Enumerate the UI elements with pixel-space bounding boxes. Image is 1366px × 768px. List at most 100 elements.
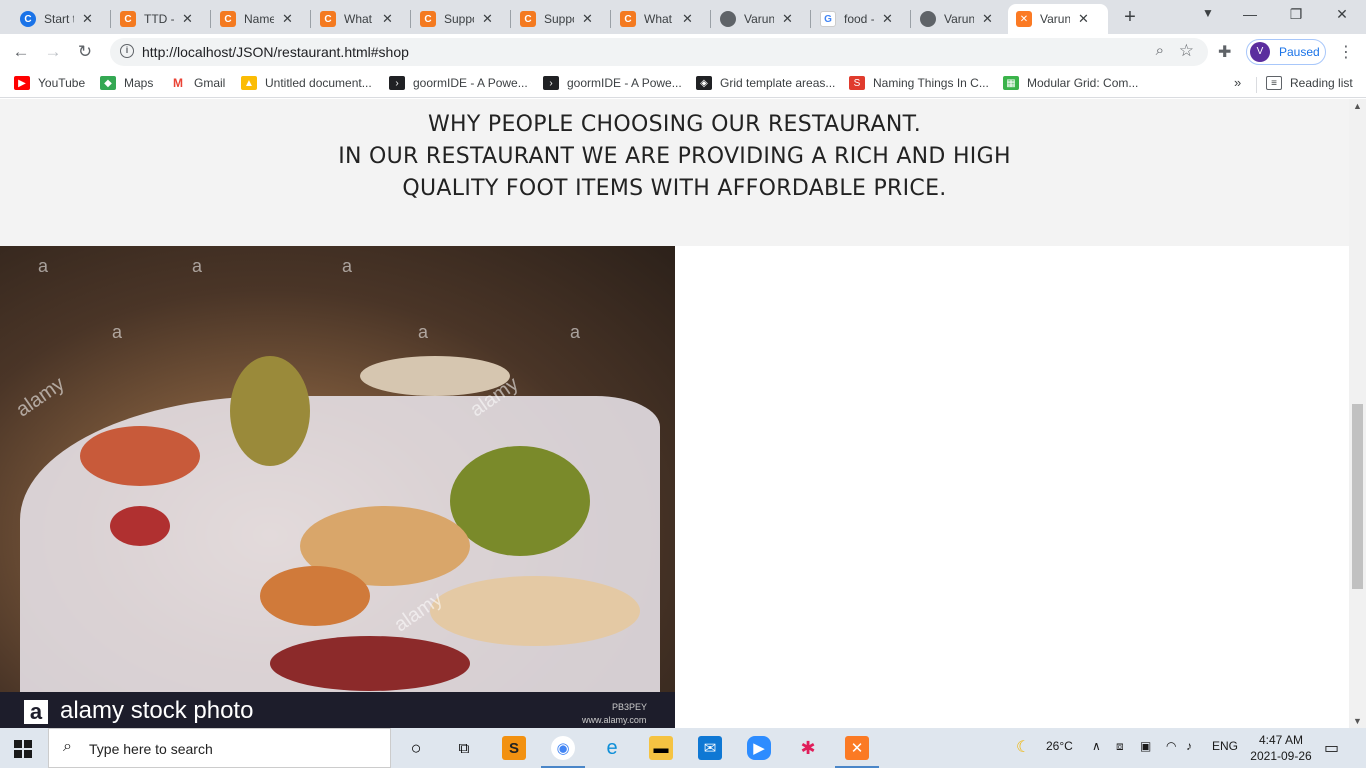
watermark: a: [342, 256, 353, 276]
mail-icon[interactable]: ✉: [698, 736, 722, 760]
tab-varun-1[interactable]: Varun' ✕: [712, 4, 801, 34]
forward-icon[interactable]: →: [42, 41, 64, 63]
food-dish: [110, 506, 170, 546]
extensions-icon[interactable]: ✚: [1218, 42, 1231, 62]
smashing-icon: S: [849, 76, 865, 90]
image-code: PB3PEY: [612, 702, 648, 712]
task-view-icon[interactable]: ⧉: [452, 736, 476, 760]
zoom-app-icon[interactable]: ▶: [747, 736, 771, 760]
windows-start-icon[interactable]: [14, 740, 32, 758]
close-icon[interactable]: ✕: [882, 11, 893, 27]
tab-support-1[interactable]: C Suppo ✕: [412, 4, 501, 34]
c-site-icon: C: [520, 11, 536, 27]
food-dish: [80, 426, 200, 486]
xampp-taskbar-icon[interactable]: ✕: [835, 736, 879, 768]
tray-chevron-icon[interactable]: ∧: [1092, 739, 1101, 753]
bookmark-label: Modular Grid: Com...: [1027, 76, 1139, 90]
close-icon[interactable]: ✕: [282, 11, 293, 27]
tab-what-1[interactable]: C What L ✕: [312, 4, 401, 34]
back-icon[interactable]: ←: [10, 41, 32, 63]
close-icon[interactable]: ✕: [182, 11, 193, 27]
tab-varun-2[interactable]: Varun' ✕: [912, 4, 1001, 34]
weather-temp[interactable]: 26°C: [1046, 739, 1073, 753]
slack-icon[interactable]: ✱: [796, 736, 820, 760]
bookmark-youtube[interactable]: ▶ YouTube: [14, 76, 85, 90]
food-dish: [430, 576, 640, 646]
new-tab-button[interactable]: +: [1120, 6, 1140, 29]
browser-toolbar: ← → ↻ i http://localhost/JSON/restaurant…: [0, 34, 1366, 70]
bookmark-docs[interactable]: ▲ Untitled document...: [241, 76, 372, 90]
bookmark-goorm-2[interactable]: › goormIDE - A Powe...: [543, 76, 682, 90]
tab-strip: C Start th ✕ C TTD - ✕ C Name ✕ C What L…: [0, 0, 1366, 34]
scroll-down-icon[interactable]: ▼: [1353, 716, 1362, 726]
bookmark-label: Grid template areas...: [720, 76, 836, 90]
close-icon[interactable]: ✕: [982, 11, 993, 27]
chrome-taskbar-icon[interactable]: ◉: [541, 736, 585, 768]
tab-start[interactable]: C Start th ✕: [12, 4, 101, 34]
file-explorer-icon[interactable]: ▬: [649, 736, 673, 760]
sublime-text-icon[interactable]: S: [502, 736, 526, 760]
bookmark-label: YouTube: [38, 76, 86, 90]
globe-icon: [720, 11, 736, 27]
watermark: alamy: [12, 372, 69, 422]
restore-icon[interactable]: ❐: [1276, 6, 1316, 23]
tab-name[interactable]: C Name ✕: [212, 4, 301, 34]
close-icon[interactable]: ✕: [82, 11, 93, 27]
close-icon[interactable]: ✕: [682, 11, 693, 27]
tray-display-icon[interactable]: ▣: [1140, 739, 1151, 753]
tab-search-icon[interactable]: ▼: [1188, 6, 1228, 20]
taskbar-search[interactable]: ⌕ Type here to search: [48, 728, 391, 768]
tab-ttd[interactable]: C TTD - ✕: [112, 4, 201, 34]
stock-brand-text: alamy stock photo: [60, 697, 254, 724]
menu-icon[interactable]: ⋮: [1338, 42, 1354, 62]
address-bar[interactable]: i http://localhost/JSON/restaurant.html#…: [110, 38, 1208, 66]
alamy-logo-icon: a: [24, 700, 48, 724]
address-url[interactable]: http://localhost/JSON/restaurant.html#sh…: [142, 44, 409, 60]
input-language[interactable]: ENG: [1212, 739, 1238, 753]
zoom-icon[interactable]: ⌕: [1156, 42, 1164, 59]
edge-icon[interactable]: e: [600, 736, 624, 760]
page-scrollbar[interactable]: ▲ ▼: [1349, 99, 1366, 728]
bookmark-star-icon[interactable]: ☆: [1179, 41, 1194, 61]
bookmark-grid-template[interactable]: ◈ Grid template areas...: [696, 76, 835, 90]
tab-food[interactable]: G food - ✕: [812, 4, 901, 34]
close-icon[interactable]: ✕: [482, 11, 493, 27]
tab-support-2[interactable]: C Suppo ✕: [512, 4, 601, 34]
tab-what-2[interactable]: C What L ✕: [612, 4, 701, 34]
taskbar-clock[interactable]: 4:47 AM 2021-09-26: [1248, 732, 1314, 764]
volume-icon[interactable]: ♪: [1186, 739, 1192, 753]
cortana-icon[interactable]: ○: [404, 736, 428, 760]
food-dish: [260, 566, 370, 626]
tab-title: Varun': [944, 12, 974, 26]
scrollbar-thumb[interactable]: [1352, 404, 1363, 589]
reload-icon[interactable]: ↻: [74, 41, 96, 63]
tab-title: What L: [344, 12, 374, 26]
wifi-icon[interactable]: ◠: [1166, 739, 1176, 753]
site-info-icon[interactable]: i: [120, 44, 134, 58]
bookmark-goorm-1[interactable]: › goormIDE - A Powe...: [389, 76, 528, 90]
close-icon[interactable]: ✕: [382, 11, 393, 27]
bookmark-gmail[interactable]: M Gmail: [170, 76, 225, 90]
bookmarks-overflow-button[interactable]: »: [1234, 75, 1241, 90]
bookmark-naming-things[interactable]: S Naming Things In C...: [849, 76, 989, 90]
window-close-icon[interactable]: ✕: [1322, 6, 1362, 23]
scroll-up-icon[interactable]: ▲: [1353, 101, 1362, 111]
drive-icon: ▲: [241, 76, 257, 90]
close-icon[interactable]: ✕: [1078, 11, 1089, 27]
tab-varun-active[interactable]: ✕ Varun' ✕: [1008, 4, 1108, 34]
hero-line-3: QUALITY FOOT ITEMS WITH AFFORDABLE PRICE…: [402, 176, 947, 201]
food-dish: [270, 636, 470, 691]
grid-icon: ▦: [1003, 76, 1019, 90]
notification-icon[interactable]: ▭: [1324, 738, 1339, 758]
minimize-icon[interactable]: —: [1230, 6, 1270, 22]
profile-button[interactable]: V Paused: [1246, 39, 1326, 65]
watermark: a: [112, 322, 123, 342]
bookmarks-bar: ▶ YouTube ◆ Maps M Gmail ▲ Untitled docu…: [0, 70, 1366, 98]
close-icon[interactable]: ✕: [782, 11, 793, 27]
bookmark-modular-grid[interactable]: ▦ Modular Grid: Com...: [1003, 76, 1138, 90]
tray-app-icon[interactable]: ⧈: [1116, 739, 1124, 754]
reading-list-button[interactable]: ≡ Reading list: [1266, 76, 1353, 90]
bookmark-maps[interactable]: ◆ Maps: [100, 76, 153, 90]
hero-line-1: WHY PEOPLE CHOOSING OUR RESTAURANT.: [427, 112, 922, 137]
close-icon[interactable]: ✕: [582, 11, 593, 27]
